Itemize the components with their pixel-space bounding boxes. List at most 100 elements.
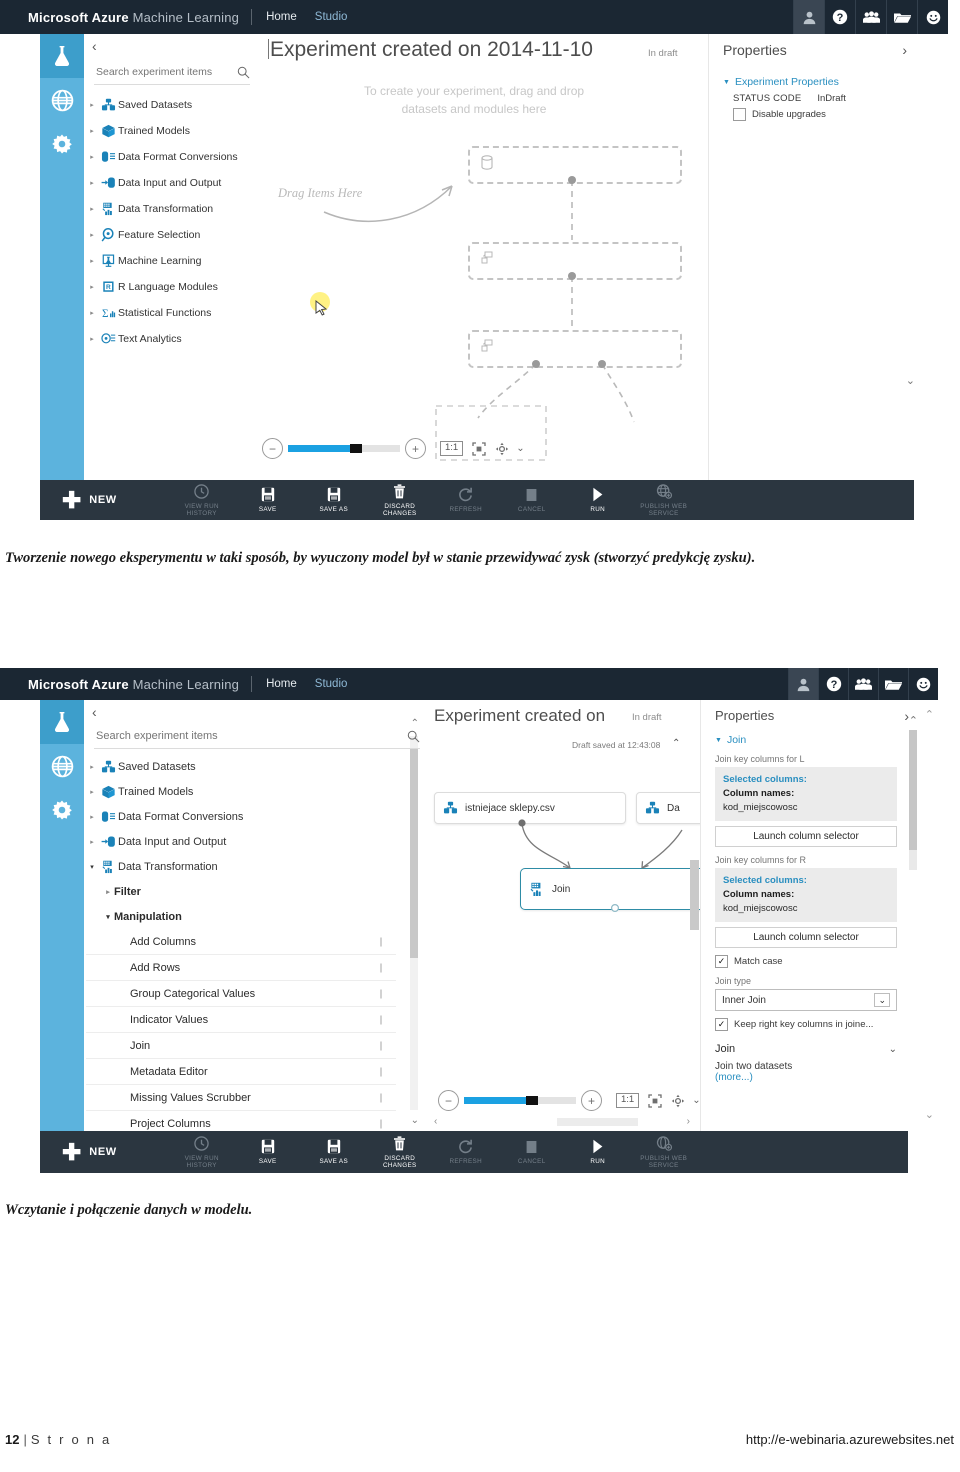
pan-icon[interactable] [671,1094,685,1108]
chevron-right-icon[interactable]: ▸ [86,283,98,291]
page-scroll-down-chevron-icon[interactable]: ⌄ [925,1108,934,1121]
join-help-header-row[interactable]: Join ⌄ [715,1043,897,1055]
folder-icon[interactable] [878,668,908,700]
tree-item-data-format-conversions[interactable]: ▸ Data Format Conversions [86,804,396,829]
checkbox-icon[interactable]: ✓ [715,955,728,968]
selected-columns-l[interactable]: Selected columns: Column names: kod_miej… [715,767,897,821]
discard-changes-button[interactable]: DISCARD CHANGES [367,1135,433,1170]
experiments-flask-icon[interactable] [40,700,84,744]
zoom-more-chevron-icon[interactable]: ⌄ [692,1095,700,1106]
nav-home[interactable]: Home [266,11,297,23]
tree-item-data-input-and-output[interactable]: ▸ Data Input and Output [86,170,262,196]
chevron-right-icon[interactable]: ▸ [86,813,98,821]
pan-icon[interactable] [495,442,509,456]
zoom-out-button[interactable]: − [262,438,283,459]
zoom-slider-handle[interactable] [526,1096,538,1105]
scrollbar-track[interactable] [443,1117,680,1126]
chevron-right-icon[interactable]: ▸ [86,179,98,187]
zoom-slider[interactable] [288,444,400,453]
feedback-icon[interactable] [908,668,938,700]
tree-item-statistical-functions[interactable]: ▸ Σ Statistical Functions [86,300,262,326]
search-input[interactable] [94,65,237,79]
nav-studio[interactable]: Studio [315,678,348,690]
tree-item-text-analytics[interactable]: ▸ Text Analytics [86,326,262,352]
launch-column-selector-l-button[interactable]: Launch column selector [715,826,897,847]
new-button[interactable]: ✚ NEW [62,1140,117,1164]
help-icon[interactable]: ? [818,668,848,700]
save-button[interactable]: SAVE [235,486,301,514]
tree-item-filter[interactable]: ▸ Filter [86,879,396,904]
scroll-right-chevron-icon[interactable]: › [687,1116,690,1127]
discard-changes-button[interactable]: DISCARD CHANGES [367,483,433,518]
view-run-history-button[interactable]: VIEW RUN HISTORY [169,1135,235,1170]
community-icon[interactable] [848,668,878,700]
keep-right-key-columns-row[interactable]: ✓ Keep right key columns in joine... [715,1018,897,1031]
canvas-zoom-controls[interactable]: − + 1:1 ⌄ [262,438,525,459]
azure-brand[interactable]: Microsoft Azure Machine Learning [0,677,239,692]
chevron-right-icon[interactable]: ▸ [86,335,98,343]
zoom-more-chevron-icon[interactable]: ⌄ [516,443,524,454]
fit-to-screen-icon[interactable] [648,1093,662,1108]
drag-handle-icon[interactable] [380,1093,382,1102]
scrollbar-thumb[interactable] [909,730,917,850]
tree-item-data-format-conversions[interactable]: ▸ Data Format Conversions [86,144,262,170]
chevron-right-icon[interactable]: ▸ [86,763,98,771]
chevron-right-icon[interactable]: ▸ [86,127,98,135]
scroll-down-chevron-icon[interactable]: ⌄ [411,1115,419,1126]
tree-item-metadata-editor[interactable]: Metadata Editor [86,1059,396,1085]
draft-saved-chevron-icon[interactable]: ⌃ [672,738,680,749]
save-as-button[interactable]: SAVE AS [301,486,367,514]
zoom-in-button[interactable]: + [405,438,426,459]
join-type-select[interactable]: Inner Join ⌄ [715,989,897,1011]
publish-web-service-button[interactable]: PUBLISH WEB SERVICE [631,1135,697,1170]
chevron-down-icon[interactable]: ⌄ [874,993,890,1007]
chevron-right-icon[interactable]: ▸ [86,838,98,846]
chevron-right-icon[interactable]: ▸ [86,205,98,213]
checkbox-icon[interactable] [733,108,746,121]
tree-item-feature-selection[interactable]: ▸ Feature Selection [86,222,262,248]
drag-handle-icon[interactable] [380,963,382,972]
settings-gear-icon[interactable] [40,122,84,166]
tree-item-missing-values-scrubber[interactable]: Missing Values Scrubber [86,1085,396,1111]
canvas-vertical-scrollbar-thumb[interactable] [690,860,699,930]
canvas-horizontal-scrollbar[interactable]: ‹ › [434,1116,690,1127]
page-scroll-up-chevron-icon[interactable]: ⌃ [925,708,934,721]
search-input[interactable] [94,729,407,743]
tree-item-manipulation[interactable]: ▾ Manipulation [86,904,396,929]
avatar-icon[interactable] [788,668,818,700]
fit-to-screen-icon[interactable] [472,441,486,456]
cancel-button[interactable]: CANCEL [499,486,565,514]
tree-item-indicator-values[interactable]: Indicator Values [86,1007,396,1033]
collapse-left-panel-button[interactable]: ‹ [92,38,97,54]
experiment-properties-section-header[interactable]: ▼ Experiment Properties [723,76,899,88]
azure-brand[interactable]: Microsoft Azure Machine Learning [0,10,239,25]
drag-handle-icon[interactable] [380,1067,382,1076]
zoom-in-button[interactable]: + [581,1090,602,1111]
chevron-right-icon[interactable]: ▸ [102,888,114,896]
drag-handle-icon[interactable] [380,989,382,998]
collapse-right-panel-button[interactable]: › [902,42,907,58]
chevron-right-icon[interactable]: ▸ [86,101,98,109]
tree-item-machine-learning[interactable]: ▸ Machine Learning [86,248,262,274]
drag-handle-icon[interactable] [380,1041,382,1050]
collapse-left-panel-button[interactable]: ‹ [92,704,97,720]
experiments-flask-icon[interactable] [40,34,84,78]
tree-item-trained-models[interactable]: ▸ Trained Models [86,779,396,804]
scrollbar-thumb[interactable] [410,748,418,958]
web-services-globe-icon[interactable] [40,78,84,122]
launch-column-selector-r-button[interactable]: Launch column selector [715,927,897,948]
nav-studio[interactable]: Studio [315,11,348,23]
search-experiment-items-row[interactable] [94,724,420,749]
chevron-right-icon[interactable]: ▸ [86,309,98,317]
zoom-slider[interactable] [464,1096,576,1105]
placeholder-node-dataset[interactable] [468,146,682,184]
cancel-button[interactable]: CANCEL [499,1138,565,1166]
zoom-ratio-button[interactable]: 1:1 [616,1093,640,1108]
folder-icon[interactable] [886,0,917,34]
module-panel-scrollbar[interactable] [410,736,418,1110]
chevron-right-icon[interactable]: ▸ [86,788,98,796]
settings-gear-icon[interactable] [40,788,84,832]
chevron-right-icon[interactable]: ▸ [86,257,98,265]
run-button[interactable]: RUN [565,1138,631,1166]
checkbox-icon[interactable]: ✓ [715,1018,728,1031]
